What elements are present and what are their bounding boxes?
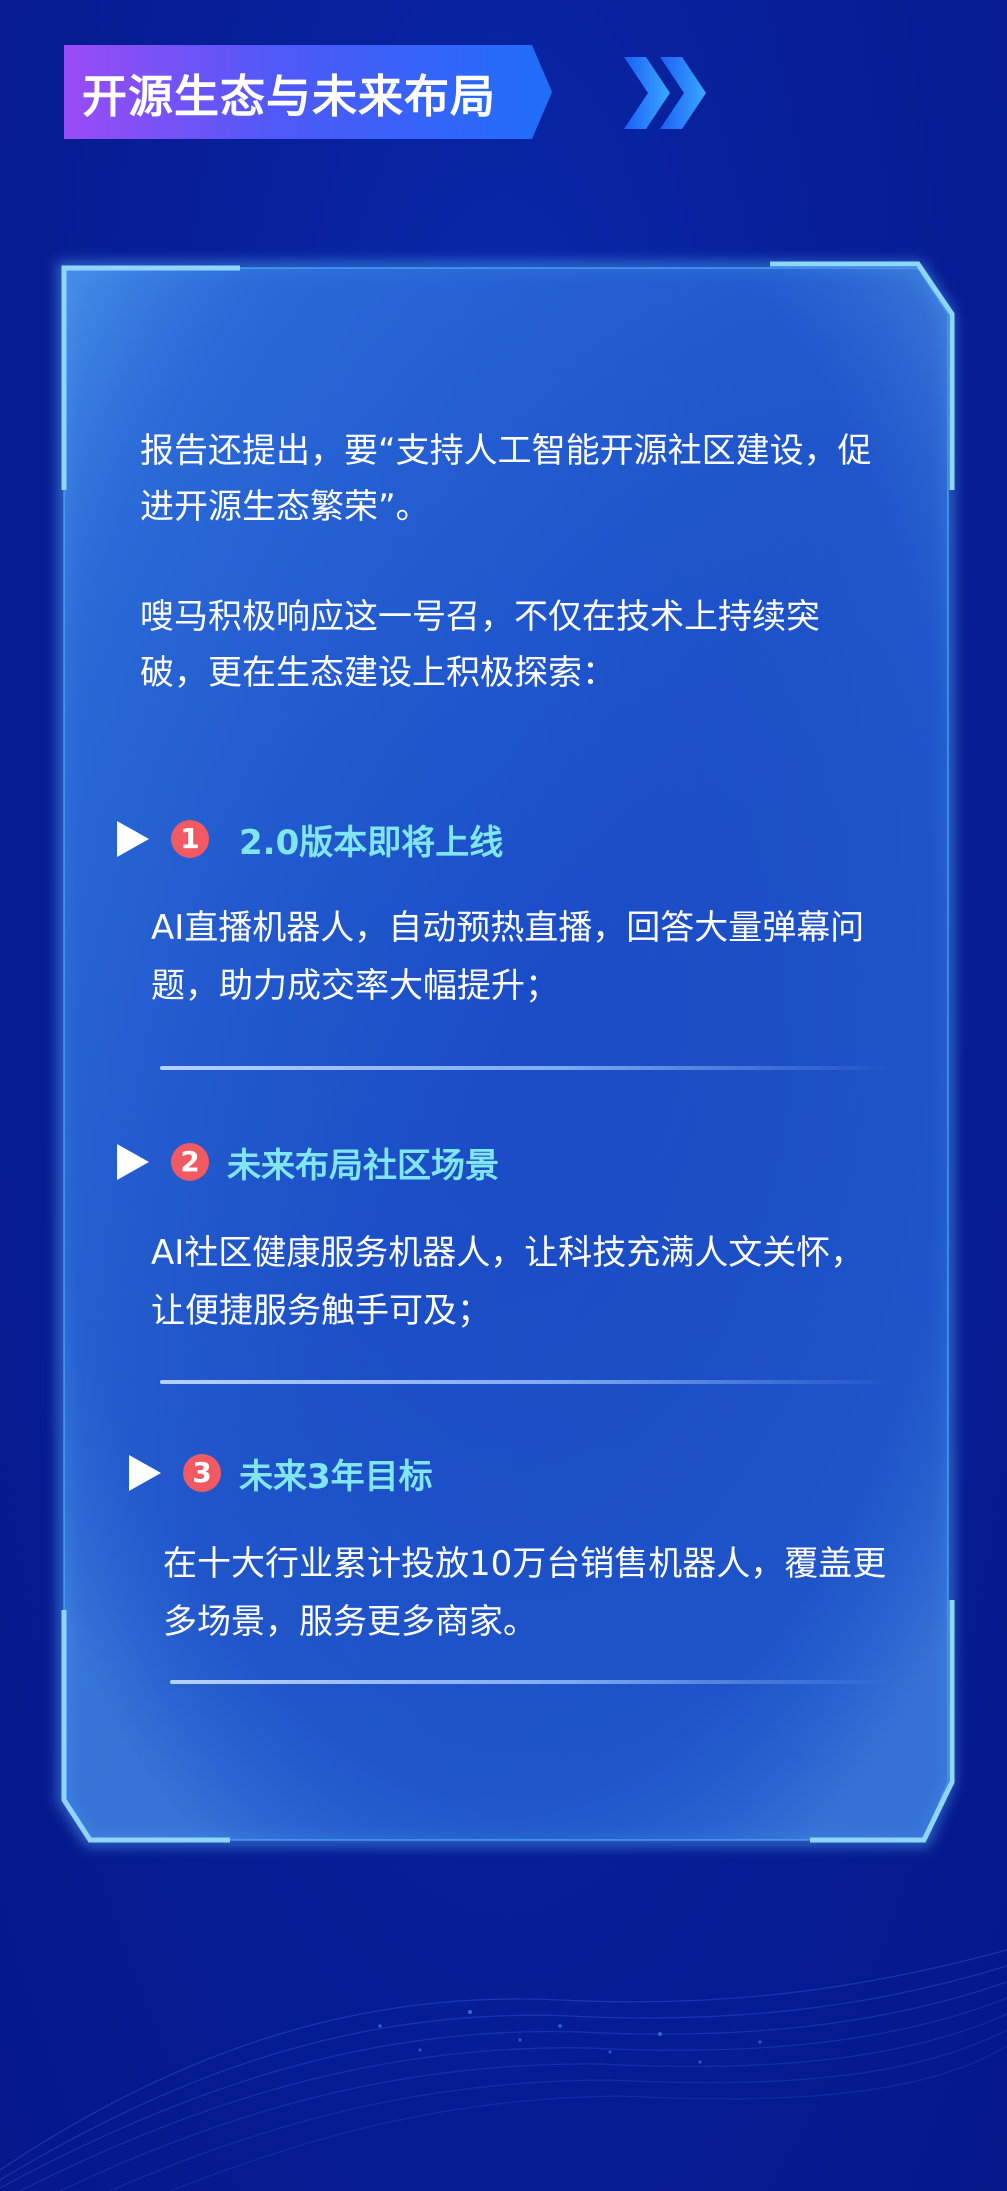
number-badge: 1: [171, 820, 209, 858]
decorative-wave-lines: [0, 1949, 1007, 2191]
intro-paragraph-1: 报告还提出，要“支持人工智能开源社区建设，促进开源生态繁荣”。: [140, 431, 872, 527]
item-description: 在十大行业累计投放10万台销售机器人，覆盖更多场景，服务更多商家。: [163, 1544, 887, 1642]
item-title: 未来布局社区场景: [227, 1145, 499, 1186]
item-title: 未来3年目标: [239, 1456, 433, 1497]
divider-line: [160, 1380, 890, 1384]
item-heading: 2 未来布局社区场景: [117, 1137, 499, 1187]
item-heading: 3 未来3年目标: [129, 1448, 433, 1498]
item-description: AI社区健康服务机器人，让科技充满人文关怀，让便捷服务触手可及；: [151, 1233, 865, 1331]
page-title: 开源生态与未来布局: [82, 69, 497, 123]
number-badge: 2: [171, 1143, 209, 1181]
divider-line: [170, 1680, 890, 1684]
double-chevron-right-icon: [624, 57, 706, 129]
item-title: 2.0版本即将上线: [239, 822, 504, 863]
play-triangle-icon: [129, 1455, 161, 1491]
play-triangle-icon: [117, 1144, 149, 1180]
title-banner: 开源生态与未来布局: [64, 45, 552, 139]
play-triangle-icon: [117, 821, 149, 857]
item-heading: 1 2.0版本即将上线: [117, 814, 503, 864]
divider-line: [160, 1066, 890, 1070]
number-badge: 3: [183, 1454, 221, 1492]
intro-paragraph-2: 嗖马积极响应这一号召，不仅在技术上持续突破，更在生态建设上积极探索：: [140, 597, 820, 693]
item-description: AI直播机器人，自动预热直播，回答大量弹幕问题，助力成交率大幅提升；: [151, 908, 865, 1006]
